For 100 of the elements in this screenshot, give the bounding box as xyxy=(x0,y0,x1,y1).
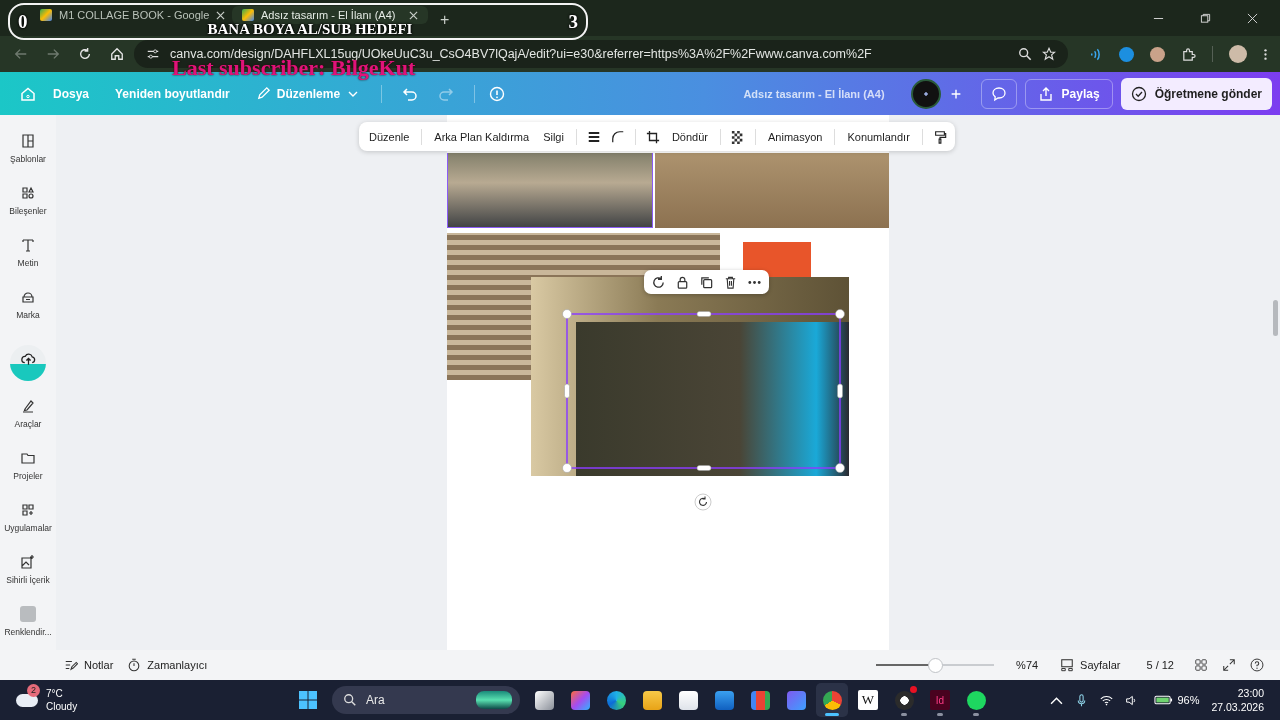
fullscreen-icon[interactable] xyxy=(1222,658,1236,672)
browser-icon xyxy=(606,690,626,710)
sidebar-label: Sihirli İçerik xyxy=(6,575,50,586)
sidebar-label: Bileşenler xyxy=(9,205,47,216)
duplicate-icon[interactable] xyxy=(699,274,714,290)
extension-icon[interactable] xyxy=(1150,46,1165,62)
grid-view-icon[interactable] xyxy=(1194,658,1208,672)
sidebar-label: Renklendir... xyxy=(4,627,52,638)
clock-date[interactable]: 27.03.2026 xyxy=(1211,700,1264,714)
toolbar-button[interactable]: Silgi xyxy=(541,126,566,147)
paint-roller-icon[interactable] xyxy=(932,129,947,144)
extension-icon[interactable] xyxy=(1119,46,1134,62)
comment-icon xyxy=(990,85,1007,102)
app-icon xyxy=(786,690,806,710)
new-tab-button[interactable]: + xyxy=(434,6,456,34)
sidebar-label: Projeler xyxy=(13,471,43,482)
sidebar-item[interactable]: Şablonlar xyxy=(0,127,56,177)
notes-button[interactable]: Notlar xyxy=(64,658,114,672)
sidebar-item[interactable]: Sihirli İçerik xyxy=(0,548,56,599)
comment-button[interactable] xyxy=(980,78,1017,109)
sidebar-item[interactable]: Renklendir... xyxy=(0,600,56,650)
toolbar-button[interactable]: Düzenle xyxy=(367,126,412,147)
wifi-icon[interactable] xyxy=(1100,693,1114,707)
search-icon xyxy=(343,693,357,707)
pages-button[interactable]: Sayfalar xyxy=(1060,658,1121,672)
undo-icon[interactable] xyxy=(402,85,419,102)
notes-icon xyxy=(64,658,78,672)
sidebar-label: Araçlar xyxy=(14,419,42,430)
sidebar-item[interactable]: Metin xyxy=(0,230,56,281)
transparency-icon[interactable] xyxy=(731,129,745,144)
check-circle-icon xyxy=(1130,85,1147,102)
sidebar-item[interactable]: Araçlar xyxy=(0,392,56,443)
toolbar-button[interactable]: Döndür xyxy=(669,126,710,147)
toolbar-button[interactable]: Arka Plan Kaldırma xyxy=(432,126,532,147)
taskbar-button[interactable] xyxy=(816,683,848,717)
toolbar-button[interactable]: Konumlandır xyxy=(845,126,912,147)
sidebar-label: Uygulamalar xyxy=(4,523,52,534)
browser-icon xyxy=(822,690,842,710)
crop-icon[interactable] xyxy=(645,129,660,144)
notification-dot xyxy=(910,686,917,693)
sound-wave-icon[interactable] xyxy=(1088,46,1103,62)
share-button[interactable]: Paylaş xyxy=(1024,78,1113,109)
sidebar-item[interactable]: Uygulamalar xyxy=(0,496,56,547)
reload-icon[interactable] xyxy=(78,47,92,61)
close-icon[interactable] xyxy=(1247,13,1258,24)
lock-icon[interactable] xyxy=(675,274,690,290)
running-indicator xyxy=(937,713,943,716)
sidebar-item[interactable]: Projeler xyxy=(0,444,56,495)
image-sparkle-icon xyxy=(20,554,36,571)
apps-grid-icon xyxy=(20,502,36,519)
zoom-reading[interactable]: %74 xyxy=(1016,659,1047,671)
home-icon[interactable] xyxy=(110,47,124,61)
tab-title: M1 COLLAGE BOOK - Google xyxy=(59,9,210,21)
close-icon[interactable] xyxy=(409,11,418,20)
user-avatar[interactable] xyxy=(910,78,941,109)
bookmark-star-icon[interactable] xyxy=(1042,47,1056,61)
cloud-icon xyxy=(16,693,38,707)
menu-icon[interactable] xyxy=(1263,46,1268,62)
rotate-handle[interactable] xyxy=(694,493,712,511)
record-icon xyxy=(894,690,914,710)
caret-icon xyxy=(348,90,359,97)
taskbar-button[interactable]: Id xyxy=(924,683,956,717)
refresh-icon[interactable] xyxy=(651,274,666,290)
border-style-icon[interactable] xyxy=(586,129,601,144)
goal-count: 3 xyxy=(568,11,578,32)
trash-icon[interactable] xyxy=(723,274,738,290)
windows-start-icon[interactable] xyxy=(298,690,318,710)
thumbnail-icon xyxy=(20,606,36,623)
sidebar-label: Şablonlar xyxy=(10,154,46,164)
pen-tool-icon xyxy=(20,398,36,415)
notification-badge: 2 xyxy=(27,684,40,697)
sidebar-label: Marka xyxy=(16,309,40,320)
browser-tab[interactable]: Adsız tasarım - El İlanı (A4) xyxy=(232,6,428,24)
puzzle-icon[interactable] xyxy=(1181,46,1196,62)
tab-title: Adsız tasarım - El İlanı (A4) xyxy=(261,9,397,21)
running-indicator xyxy=(825,713,839,716)
submit-button[interactable]: Öğretmene gönder xyxy=(1120,77,1272,110)
battery-icon[interactable] xyxy=(1154,694,1174,706)
close-icon[interactable] xyxy=(216,11,226,20)
toolbar-button[interactable]: Animasyon xyxy=(766,126,825,147)
help-icon[interactable] xyxy=(1250,658,1264,672)
info-icon[interactable] xyxy=(489,85,506,102)
sidebar-item[interactable]: Marka xyxy=(0,282,56,333)
clock-time[interactable]: 23:00 xyxy=(1237,686,1264,700)
text-icon xyxy=(20,236,36,253)
restore-icon[interactable] xyxy=(1200,13,1211,24)
corner-radius-icon[interactable] xyxy=(610,129,625,144)
taskbar-button[interactable]: W xyxy=(852,683,884,717)
weather-widget[interactable]: 2 7°C Cloudy xyxy=(16,683,256,717)
temperature: 7°C xyxy=(46,687,64,700)
zoom-icon[interactable] xyxy=(1018,47,1032,61)
running-indicator xyxy=(973,713,979,716)
timer-button[interactable]: Zamanlayıcı xyxy=(127,658,208,672)
browser-tab[interactable]: M1 COLLAGE BOOK - Google xyxy=(30,6,226,24)
sidebar-item[interactable]: Bileşenler xyxy=(0,178,56,229)
profile-avatar[interactable] xyxy=(1229,45,1247,63)
sidebar-label: Metin xyxy=(17,257,39,268)
timer-icon xyxy=(127,658,142,672)
weather-condition: Cloudy xyxy=(46,700,78,713)
site-settings-icon[interactable] xyxy=(146,47,160,61)
